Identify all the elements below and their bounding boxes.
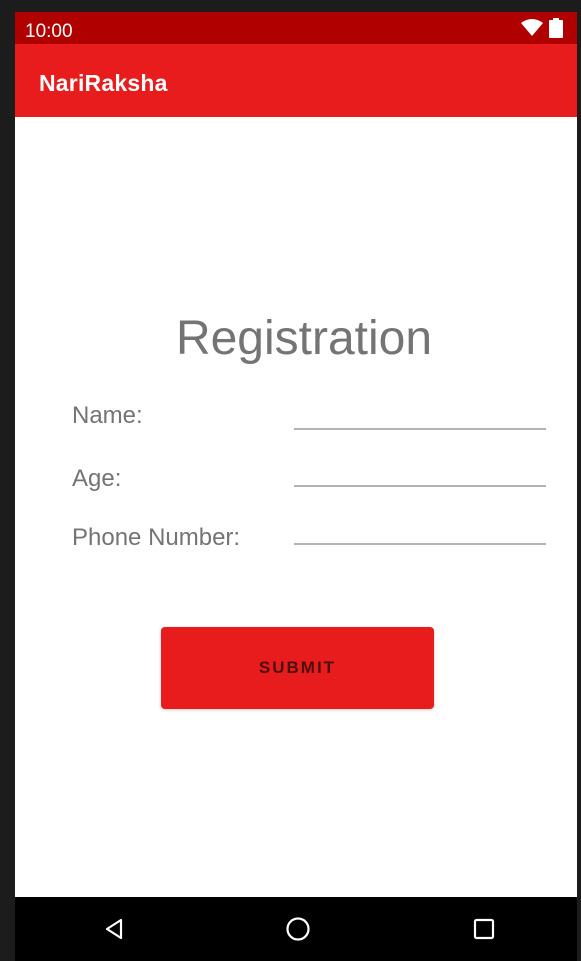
name-label: Name: [72,402,143,429]
phone-number-input[interactable] [294,513,546,545]
name-input[interactable] [294,398,546,430]
phone-number-label: Phone Number: [72,524,241,551]
status-icons [519,18,567,38]
app-title: NariRaksha [39,70,168,96]
home-button[interactable] [278,909,318,949]
navigation-bar [15,897,577,961]
registration-form: Registration Name: Age: Phone Number: SU… [15,117,577,897]
recents-button[interactable] [464,909,504,949]
app-bar: NariRaksha [15,44,577,117]
status-time: 10:00 [25,21,73,42]
back-button[interactable] [94,909,134,949]
battery-icon [549,18,563,38]
age-label: Age: [72,465,122,492]
age-input[interactable] [294,455,546,487]
recents-icon [473,918,495,940]
back-icon [105,918,123,940]
status-bar: 10:00 [15,12,577,44]
screen: 10:00 NariRaksha Registration Name: Age:… [15,12,577,961]
submit-button[interactable]: SUBMIT [161,627,434,709]
device-frame: 10:00 NariRaksha Registration Name: Age:… [0,0,581,961]
home-icon [286,917,310,941]
wifi-icon [521,19,543,36]
form-title: Registration [175,312,433,365]
